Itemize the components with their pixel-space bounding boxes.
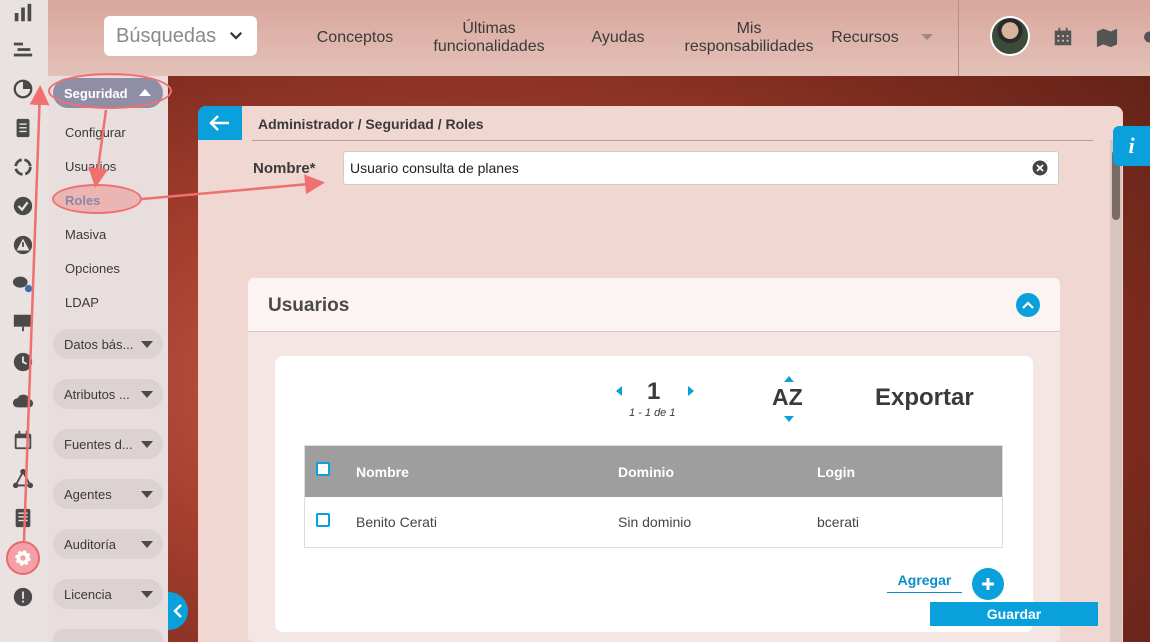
map-icon[interactable] bbox=[1094, 26, 1120, 48]
calendar-icon[interactable] bbox=[10, 427, 36, 453]
collapse-sidebar-button[interactable] bbox=[168, 592, 188, 630]
sort-desc-icon[interactable] bbox=[784, 416, 794, 422]
next-page-icon[interactable] bbox=[688, 386, 694, 396]
nav-ayudas[interactable]: Ayudas bbox=[584, 0, 652, 76]
bar-chart-icon[interactable] bbox=[10, 0, 36, 26]
collapse-usuarios-button[interactable] bbox=[1016, 293, 1040, 317]
submenu-group-fuentes[interactable]: Fuentes d... bbox=[53, 429, 163, 459]
pager-summary: 1 - 1 de 1 bbox=[629, 407, 676, 419]
column-nombre[interactable]: Nombre bbox=[356, 464, 409, 480]
submenu-link-opciones[interactable]: Opciones bbox=[65, 261, 120, 276]
group-label: Licencia bbox=[64, 586, 112, 602]
info-tab[interactable]: i bbox=[1113, 126, 1150, 166]
network-icon[interactable] bbox=[10, 466, 36, 492]
usuarios-title: Usuarios bbox=[268, 295, 350, 316]
cell-login: bcerati bbox=[817, 514, 860, 530]
submenu-group-licencia[interactable]: Licencia bbox=[53, 579, 163, 609]
cloud-icon[interactable] bbox=[10, 388, 36, 414]
save-button[interactable]: Guardar bbox=[930, 602, 1098, 626]
usuarios-list-container: 1 1 - 1 de 1 AZ Exportar Nombre Dominio … bbox=[275, 356, 1033, 632]
chevron-down-icon bbox=[141, 491, 153, 498]
breadcrumb: Administrador / Seguridad / Roles bbox=[258, 116, 484, 132]
group-label: Atributos ... bbox=[64, 386, 130, 402]
select-all-checkbox[interactable] bbox=[316, 462, 330, 476]
presentation-icon[interactable] bbox=[10, 310, 36, 336]
back-button[interactable] bbox=[198, 106, 242, 140]
clear-icon[interactable] bbox=[1032, 160, 1048, 176]
chevron-down-icon bbox=[141, 341, 153, 348]
chevron-down-icon bbox=[141, 591, 153, 598]
search-select-label: Búsquedas bbox=[116, 24, 217, 47]
calendar-grid-icon[interactable] bbox=[1052, 26, 1074, 48]
group-label: Auditoría bbox=[64, 536, 117, 552]
group-label: Datos bás... bbox=[64, 336, 134, 352]
icon-rail bbox=[0, 0, 48, 642]
pie-chart-icon[interactable] bbox=[10, 76, 36, 102]
check-circle-icon[interactable] bbox=[10, 193, 36, 219]
submenu-group-auditoria[interactable]: Auditoría bbox=[53, 529, 163, 559]
submenu-link-ldap[interactable]: LDAP bbox=[65, 295, 99, 310]
chevron-down-icon bbox=[141, 441, 153, 448]
sort-asc-icon[interactable] bbox=[784, 376, 794, 382]
group-label: Fuentes d... bbox=[64, 436, 133, 452]
top-bar: Búsquedas Conceptos Últimas funcionalida… bbox=[48, 0, 1150, 76]
submenu-link-configurar[interactable]: Configurar bbox=[65, 125, 126, 140]
sort-az-button[interactable]: AZ bbox=[772, 384, 803, 411]
highlight-seguridad bbox=[48, 73, 172, 109]
usuarios-panel: Usuarios 1 1 - 1 de 1 AZ Exportar Nombre… bbox=[248, 278, 1060, 642]
chevron-down-icon bbox=[141, 541, 153, 548]
chevron-left-icon bbox=[173, 604, 182, 618]
row-checkbox[interactable] bbox=[316, 513, 330, 527]
group-label: Agentes bbox=[64, 486, 112, 502]
cycle-icon[interactable] bbox=[10, 154, 36, 180]
chat-users-icon[interactable] bbox=[10, 271, 36, 297]
list-icon[interactable] bbox=[10, 505, 36, 531]
submenu-link-masiva[interactable]: Masiva bbox=[65, 227, 106, 242]
arrow-left-icon bbox=[209, 115, 229, 131]
add-button[interactable] bbox=[972, 568, 1004, 600]
submenu-link-usuarios[interactable]: Usuarios bbox=[65, 159, 116, 174]
plus-icon bbox=[982, 578, 994, 590]
cell-dominio: Sin dominio bbox=[618, 514, 692, 530]
prev-page-icon[interactable] bbox=[616, 386, 622, 396]
gear-icon[interactable] bbox=[6, 541, 40, 575]
table-header: Nombre Dominio Login bbox=[305, 446, 1002, 497]
cell-nombre: Benito Cerati bbox=[356, 514, 437, 530]
document-icon[interactable] bbox=[10, 115, 36, 141]
main-panel: Administrador / Seguridad / Roles Nombre… bbox=[198, 106, 1123, 642]
column-dominio[interactable]: Dominio bbox=[618, 464, 674, 480]
search-select[interactable]: Búsquedas bbox=[104, 16, 257, 56]
clock-icon[interactable] bbox=[10, 349, 36, 375]
submenu-group-atributos[interactable]: Atributos ... bbox=[53, 379, 163, 409]
export-button[interactable]: Exportar bbox=[875, 384, 974, 412]
alert-icon[interactable] bbox=[10, 584, 36, 610]
nav-mis-responsabilidades[interactable]: Mis responsabilidades bbox=[685, 0, 814, 76]
chevron-up-icon bbox=[1022, 301, 1034, 309]
divider bbox=[252, 140, 1093, 141]
name-field[interactable] bbox=[343, 151, 1059, 185]
nav-recursos[interactable]: Recursos bbox=[830, 0, 900, 76]
chevron-down-icon bbox=[229, 31, 243, 40]
chevron-down-icon bbox=[141, 391, 153, 398]
warning-icon[interactable] bbox=[10, 232, 36, 258]
submenu-group-partial[interactable] bbox=[53, 629, 163, 642]
nav-conceptos[interactable]: Conceptos bbox=[310, 0, 400, 76]
recursos-dropdown-icon[interactable] bbox=[920, 32, 934, 42]
usuarios-header: Usuarios bbox=[248, 278, 1060, 332]
chat-icon[interactable] bbox=[1140, 26, 1150, 48]
header-divider bbox=[958, 0, 959, 76]
submenu-group-agentes[interactable]: Agentes bbox=[53, 479, 163, 509]
page-number: 1 bbox=[647, 378, 661, 405]
gantt-icon[interactable] bbox=[10, 37, 36, 63]
submenu-group-datos-basicos[interactable]: Datos bás... bbox=[53, 329, 163, 359]
nav-ultimas-funcionalidades[interactable]: Últimas funcionalidades bbox=[428, 0, 550, 76]
column-login[interactable]: Login bbox=[817, 464, 855, 480]
avatar[interactable] bbox=[990, 16, 1030, 56]
submenu-link-roles[interactable]: Roles bbox=[65, 193, 100, 208]
usuarios-table: Nombre Dominio Login Benito Cerati Sin d… bbox=[304, 445, 1003, 548]
name-label: Nombre* bbox=[253, 160, 316, 177]
submenu: Seguridad Configurar Usuarios Roles Masi… bbox=[48, 76, 168, 642]
add-link[interactable]: Agregar bbox=[887, 572, 962, 593]
